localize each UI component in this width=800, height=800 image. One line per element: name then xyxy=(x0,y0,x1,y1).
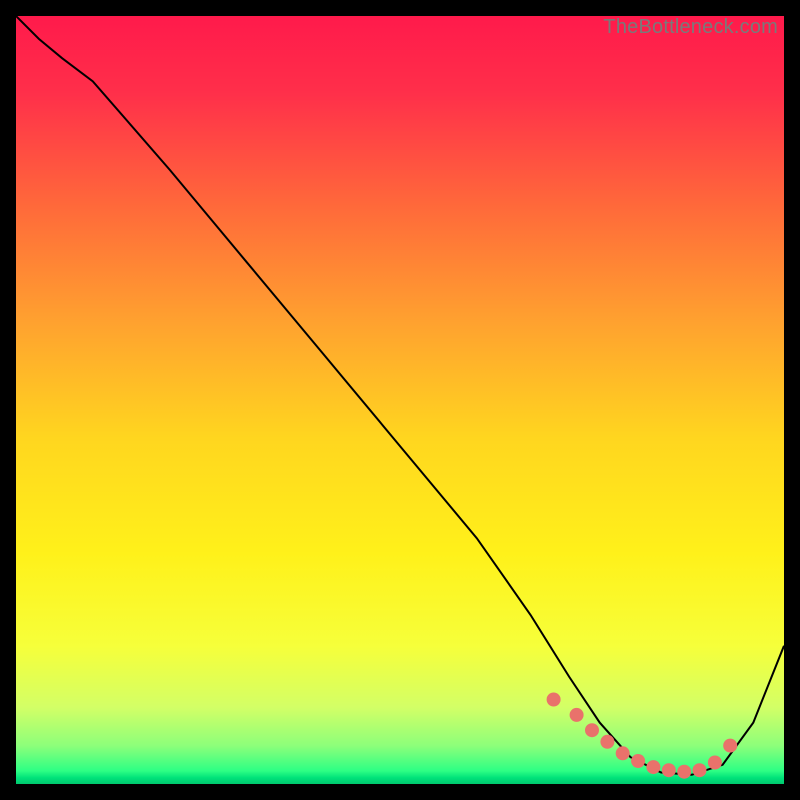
chart-frame: TheBottleneck.com xyxy=(16,16,784,784)
watermark-text: TheBottleneck.com xyxy=(603,16,778,39)
chart-background xyxy=(16,16,784,784)
chart-marker xyxy=(646,760,660,774)
chart-marker xyxy=(585,723,599,737)
chart-marker xyxy=(708,756,722,770)
chart-marker xyxy=(570,708,584,722)
chart-plot xyxy=(16,16,784,784)
chart-marker xyxy=(723,739,737,753)
chart-marker xyxy=(631,754,645,768)
chart-marker xyxy=(677,765,691,779)
chart-marker xyxy=(547,693,561,707)
chart-marker xyxy=(662,763,676,777)
chart-marker xyxy=(600,735,614,749)
chart-marker xyxy=(616,746,630,760)
chart-marker xyxy=(693,763,707,777)
